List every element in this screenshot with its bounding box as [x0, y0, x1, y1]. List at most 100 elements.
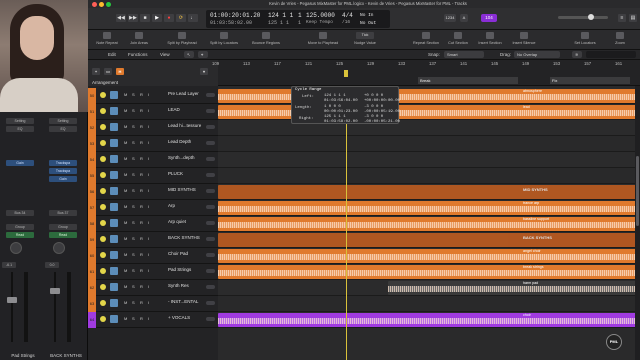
tuner-button[interactable]: A — [460, 14, 468, 22]
track-lane[interactable] — [218, 120, 636, 136]
volume-fader[interactable] — [50, 288, 60, 294]
setting-button[interactable]: Setting — [6, 118, 34, 124]
track-volume-toggle[interactable] — [206, 141, 215, 145]
power-icon[interactable] — [100, 188, 106, 194]
functions-menu[interactable]: Functions — [128, 52, 148, 57]
track-header[interactable]: 52 M S R I Lead hi...tessure — [88, 120, 218, 136]
nudge-value-field[interactable]: Tick — [356, 32, 374, 39]
solo-button[interactable]: S — [132, 172, 135, 177]
track-name[interactable]: Pre Lead Layer — [168, 91, 208, 96]
track-header[interactable]: 56 M S R I MID SYNTHS — [88, 184, 218, 200]
track-lane[interactable]: BACK SYNTHS — [218, 232, 636, 248]
solo-button[interactable]: S — [132, 300, 135, 305]
record-enable-button[interactable]: R — [140, 108, 143, 113]
plugin-slot[interactable]: Trackspa — [49, 168, 77, 174]
track-lane[interactable] — [218, 296, 636, 312]
mute-button[interactable]: M — [124, 156, 127, 161]
mute-button[interactable]: M — [124, 172, 127, 177]
solo-button[interactable]: S — [132, 204, 135, 209]
power-icon[interactable] — [100, 92, 106, 98]
list-editors-button[interactable]: ≡ — [618, 14, 626, 22]
time-signature[interactable]: 4/4 — [342, 12, 353, 19]
master-volume-slider[interactable] — [558, 14, 608, 20]
solo-button[interactable]: S — [132, 252, 135, 257]
mute-button[interactable]: M — [124, 268, 127, 273]
plugin-slot[interactable]: Gain — [49, 176, 77, 182]
track-volume-toggle[interactable] — [206, 205, 215, 209]
arrange-area[interactable]: atmosphere lead MID SYNTHS trance arp bassli… — [218, 86, 636, 360]
folder-button[interactable]: ▭ — [104, 68, 112, 75]
solo-button[interactable]: S — [132, 124, 135, 129]
tempo-mode[interactable]: Keep Tempo — [306, 20, 333, 25]
track-name[interactable]: MID SYNTHS — [168, 187, 208, 192]
split-by-playhead-button[interactable]: Split by Playhead — [164, 32, 200, 45]
track-volume-toggle[interactable] — [206, 317, 215, 321]
track-header[interactable]: 50 M S R I Pre Lead Layer — [88, 88, 218, 104]
fast-forward-button[interactable]: ▶▶ — [128, 14, 138, 22]
cycle-button[interactable]: ⟳ — [176, 14, 186, 22]
track-name[interactable]: LEAD — [168, 107, 208, 112]
input-monitor-button[interactable]: I — [148, 204, 149, 209]
track-header[interactable]: 53 M S R I Lead Depth — [88, 136, 218, 152]
folder-region[interactable]: BACK SYNTHS — [218, 233, 636, 247]
close-window-button[interactable] — [92, 2, 97, 7]
solo-button[interactable]: S — [132, 268, 135, 273]
browser-button[interactable]: ▤ — [629, 14, 637, 22]
track-header[interactable]: 58 M S R I Arp quiet — [88, 216, 218, 232]
record-enable-button[interactable]: R — [140, 268, 143, 273]
record-enable-button[interactable]: R — [140, 140, 143, 145]
track-lane[interactable] — [218, 136, 636, 152]
minimize-window-button[interactable] — [99, 2, 104, 7]
track-lane[interactable]: lead — [218, 104, 636, 120]
track-header[interactable]: 57 M S R I Arp — [88, 200, 218, 216]
audio-region[interactable]: break strings — [218, 265, 636, 279]
automation-mode[interactable]: Read — [49, 232, 77, 238]
track-volume-toggle[interactable] — [206, 301, 215, 305]
repeat-section-button[interactable]: Repeat Section — [410, 32, 442, 45]
mute-button[interactable]: M — [124, 220, 127, 225]
track-lane[interactable]: angel choir — [218, 248, 636, 264]
track-name[interactable]: Arp — [168, 203, 208, 208]
zoom-window-button[interactable] — [106, 2, 111, 7]
power-icon[interactable] — [100, 172, 106, 178]
track-name[interactable]: Choir Pad — [168, 251, 208, 256]
division[interactable]: /16 — [342, 20, 350, 25]
folder-region[interactable]: MID SYNTHS — [218, 185, 636, 199]
audio-region[interactable]: lead — [218, 105, 636, 119]
pointer-tool[interactable]: ↖ — [184, 51, 194, 58]
record-enable-button[interactable]: R — [140, 236, 143, 241]
record-enable-button[interactable]: R — [140, 316, 143, 321]
track-header[interactable]: 64 M S R I + VOCALS — [88, 312, 218, 328]
solo-button[interactable]: S — [132, 284, 135, 289]
record-enable-button[interactable]: R — [140, 156, 143, 161]
hide-button[interactable]: H — [116, 68, 124, 75]
input-monitor-button[interactable]: I — [148, 316, 149, 321]
mute-button[interactable]: M — [124, 252, 127, 257]
record-button[interactable]: ● — [164, 14, 174, 22]
mute-button[interactable]: M — [124, 236, 127, 241]
mute-button[interactable]: M — [124, 300, 127, 305]
input-monitor-button[interactable]: I — [148, 156, 149, 161]
mute-button[interactable]: M — [124, 108, 127, 113]
track-name[interactable]: Pad Strings — [168, 267, 208, 272]
solo-button[interactable]: S — [132, 188, 135, 193]
playhead[interactable] — [346, 86, 347, 360]
input-monitor-button[interactable]: I — [148, 252, 149, 257]
track-name[interactable]: BACK SYNTHS — [168, 235, 208, 240]
record-enable-button[interactable]: R — [140, 284, 143, 289]
power-icon[interactable] — [100, 316, 106, 322]
track-volume-toggle[interactable] — [206, 253, 215, 257]
input-monitor-button[interactable]: I — [148, 188, 149, 193]
track-header[interactable]: 54 M S R I Synth...depth — [88, 152, 218, 168]
record-enable-button[interactable]: R — [140, 92, 143, 97]
mute-button[interactable]: M — [124, 188, 127, 193]
join-areas-button[interactable]: Join Areas — [124, 32, 154, 45]
track-volume-toggle[interactable] — [206, 237, 215, 241]
metronome-button[interactable]: ♩ — [188, 14, 198, 22]
track-lane[interactable]: harm pad — [218, 280, 636, 296]
input-monitor-button[interactable]: I — [148, 108, 149, 113]
input-monitor-button[interactable]: I — [148, 140, 149, 145]
track-volume-toggle[interactable] — [206, 109, 215, 113]
power-icon[interactable] — [100, 124, 106, 130]
record-enable-button[interactable]: R — [140, 252, 143, 257]
